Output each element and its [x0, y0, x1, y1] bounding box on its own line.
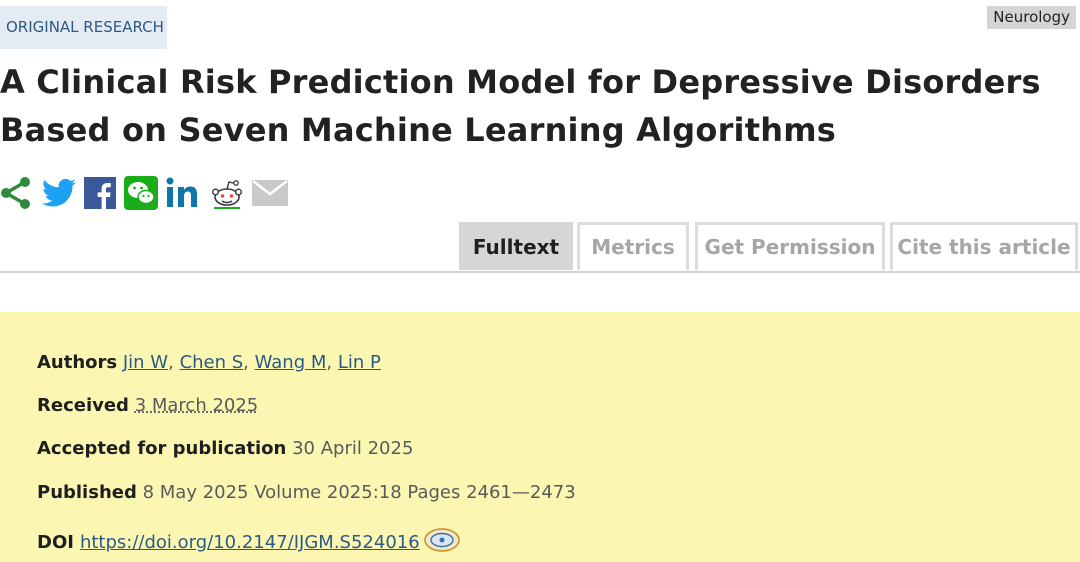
wechat-icon[interactable] [124, 176, 158, 214]
share-bar [0, 175, 296, 215]
author-link[interactable]: Jin W [123, 352, 168, 373]
received-label: Received [37, 395, 129, 416]
share-icon[interactable] [0, 176, 34, 214]
author-link[interactable]: Lin P [338, 352, 381, 373]
tab-cite-this-article[interactable]: Cite this article [890, 222, 1078, 270]
doi-link[interactable]: https://doi.org/10.2147/IJGM.S524016 [80, 532, 420, 553]
published-info: 8 May 2025 Volume 2025:18 Pages 2461—247… [142, 482, 576, 503]
doi-row: DOI https://doi.org/10.2147/IJGM.S524016 [37, 527, 461, 558]
crossmark-icon[interactable] [423, 527, 461, 558]
facebook-icon[interactable] [84, 177, 116, 213]
accepted-row: Accepted for publication 30 April 2025 [37, 438, 413, 459]
received-date: 3 March 2025 [134, 395, 259, 416]
tab-get-permission[interactable]: Get Permission [695, 222, 885, 270]
published-row: Published 8 May 2025 Volume 2025:18 Page… [37, 482, 576, 503]
twitter-icon[interactable] [42, 178, 76, 212]
author-link[interactable]: Chen S [180, 352, 244, 373]
tab-fulltext[interactable]: Fulltext [459, 222, 573, 270]
accepted-date: 30 April 2025 [292, 438, 414, 459]
email-icon[interactable] [252, 180, 288, 210]
tabs-divider [0, 271, 1080, 273]
received-row: Received 3 March 2025 [37, 395, 258, 416]
authors-label: Authors [37, 352, 118, 373]
article-title: A Clinical Risk Prediction Model for Dep… [0, 63, 1041, 149]
published-label: Published [37, 482, 137, 503]
doi-label: DOI [37, 532, 74, 553]
accepted-label: Accepted for publication [37, 438, 287, 459]
linkedin-icon[interactable] [166, 177, 202, 213]
tab-metrics[interactable]: Metrics [577, 222, 689, 270]
article-type-badge[interactable]: ORIGINAL RESEARCH [0, 6, 167, 49]
subject-badge[interactable]: Neurology [987, 6, 1076, 29]
authors-row: Authors Jin W, Chen S, Wang M, Lin P [37, 352, 381, 373]
article-meta-panel: Authors Jin W, Chen S, Wang M, Lin P Rec… [0, 312, 1080, 562]
author-link[interactable]: Wang M [255, 352, 327, 373]
reddit-icon[interactable] [210, 176, 244, 214]
